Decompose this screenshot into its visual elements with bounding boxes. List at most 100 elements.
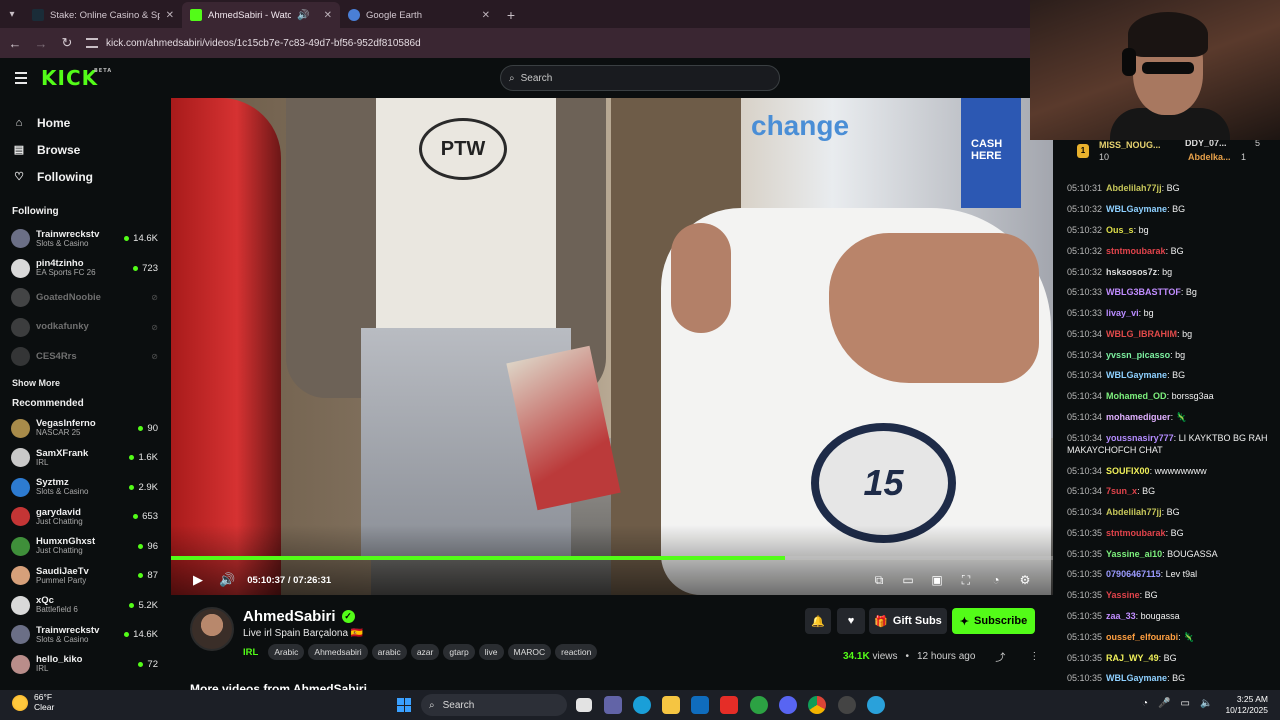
streamer-name[interactable]: AhmedSabiri ✓ [243, 608, 355, 625]
menu-icon[interactable] [15, 72, 27, 84]
weather-widget[interactable]: 66°F Clear [12, 692, 54, 713]
tag-chip[interactable]: gtarp [443, 644, 475, 660]
tag-chip[interactable]: Arabic [268, 644, 305, 660]
fullscreen-icon[interactable]: ⛶ [958, 572, 974, 588]
chat-username[interactable]: Yassine_ai10 [1106, 549, 1162, 559]
windows-start-icon[interactable] [397, 698, 411, 712]
speed-icon[interactable]: ◔ [988, 572, 1004, 588]
share-icon[interactable]: ⤴ [995, 649, 1005, 664]
chat-username[interactable]: RAJ_WY_49 [1106, 653, 1159, 663]
task-view-icon[interactable] [576, 698, 592, 712]
clip-icon[interactable]: ▭ [900, 572, 916, 588]
chat-username[interactable]: 07906467115 [1106, 569, 1161, 579]
play-icon[interactable]: ▶ [193, 572, 203, 588]
show-more-button[interactable]: Show More [0, 372, 170, 394]
sidebar-channel[interactable]: hello_kiko IRL 72 [0, 650, 170, 680]
speaker-icon[interactable]: 🔊 [297, 10, 309, 21]
sidebar-channel[interactable]: vodkafunky ⊘ [0, 313, 170, 343]
theater-mode-icon[interactable]: ▣ [929, 572, 945, 588]
teams-icon[interactable] [604, 696, 622, 714]
network-icon[interactable]: ▭ [1181, 698, 1190, 709]
clock[interactable]: 3:25 AM 10/12/2025 [1225, 694, 1268, 717]
gifter-name[interactable]: DDY_07... [1185, 140, 1227, 148]
close-tab-icon[interactable]: ✕ [482, 10, 490, 21]
gifter-name[interactable]: Abdelka... [1188, 152, 1231, 162]
xbox-icon[interactable] [750, 696, 768, 714]
picture-in-picture-icon[interactable]: ⧉ [871, 572, 887, 588]
sidebar-channel[interactable]: SamXFrank IRL 1.6K [0, 443, 170, 473]
gpt-icon[interactable] [838, 696, 856, 714]
forward-arrow-icon[interactable]: → [34, 36, 48, 51]
nav-home[interactable]: ⌂ Home [0, 110, 170, 137]
chat-username[interactable]: yvssn_picasso [1106, 350, 1170, 360]
tag-chip[interactable]: MAROC [507, 644, 552, 660]
video-player[interactable]: change CASH HERE PTW 15 [171, 98, 1053, 595]
outlook-icon[interactable] [691, 696, 709, 714]
category-link[interactable]: IRL [243, 647, 258, 658]
new-tab-button[interactable]: + [498, 2, 524, 28]
volume-icon[interactable]: 🔊 [219, 572, 235, 588]
chat-username[interactable]: hsksosos7z [1106, 267, 1157, 277]
tab-stake[interactable]: Stake: Online Casino & Sports B ✕ [24, 2, 182, 28]
more-options-icon[interactable]: ⋮ [1029, 651, 1039, 662]
close-tab-icon[interactable]: ✕ [166, 10, 174, 21]
tab-list-icon[interactable]: ▾ [0, 0, 24, 28]
notification-bell-button[interactable]: 🔔 [805, 608, 831, 634]
edge-icon[interactable] [633, 696, 651, 714]
sidebar-channel[interactable]: Trainwreckstv Slots & Casino 14.6K [0, 224, 170, 254]
tag-chip[interactable]: live [478, 644, 504, 660]
sidebar-channel[interactable]: xQc Battlefield 6 5.2K [0, 591, 170, 621]
search-input[interactable]: ⌕ Search [500, 65, 780, 91]
wifi-icon[interactable]: ◔ [1142, 698, 1148, 709]
gifter-name[interactable]: MISS_NOUG... [1099, 140, 1161, 150]
chat-username[interactable]: oussef_elfourabi [1106, 632, 1178, 642]
gift-subs-button[interactable]: 🎁 Gift Subs [869, 608, 947, 634]
chat-username[interactable]: Mohamed_OD [1106, 391, 1167, 401]
chat-username[interactable]: Ous_s [1106, 225, 1134, 235]
chat-username[interactable]: Yassine [1106, 590, 1140, 600]
file-explorer-icon[interactable] [662, 696, 680, 714]
chat-username[interactable]: Abdelilah77jj [1106, 183, 1162, 193]
chat-username[interactable]: zaa_33 [1106, 611, 1136, 621]
back-arrow-icon[interactable]: ← [8, 36, 22, 51]
speaker-icon[interactable]: 🔈 [1200, 698, 1212, 709]
sidebar-channel[interactable]: Syztmz Slots & Casino 2.9K [0, 473, 170, 503]
video-progress-bar[interactable] [171, 556, 1053, 560]
chat-username[interactable]: mohamediguer [1106, 412, 1171, 422]
discord-icon[interactable] [779, 696, 797, 714]
tab-google-earth[interactable]: Google Earth ✕ [340, 2, 498, 28]
youtube-icon[interactable] [720, 696, 738, 714]
microphone-icon[interactable]: 🎤 [1158, 698, 1170, 709]
chat-username[interactable]: WBLGaymane [1106, 370, 1167, 380]
tag-chip[interactable]: azar [410, 644, 440, 660]
tag-chip[interactable]: arabic [371, 644, 407, 660]
tab-kick[interactable]: AhmedSabiri - Watch the V 🔊 ✕ [182, 2, 340, 28]
subscribe-button[interactable]: ✦ Subscribe [952, 608, 1035, 634]
sidebar-channel[interactable]: garydavid Just Chatting 653 [0, 502, 170, 532]
chat-username[interactable]: Abdelilah77jj [1106, 507, 1162, 517]
sidebar-channel[interactable]: VegasInferno NASCAR 25 90 [0, 414, 170, 444]
nav-browse[interactable]: ▤ Browse [0, 137, 170, 164]
chat-username[interactable]: livay_vi [1106, 308, 1139, 318]
chat-username[interactable]: SOUFIX00 [1106, 466, 1150, 476]
chat-username[interactable]: stntmoubarak [1106, 246, 1166, 256]
sidebar-channel[interactable]: Trainwreckstv Slots & Casino 14.6K [0, 620, 170, 650]
chat-username[interactable]: WBLG_IBRAHIM [1106, 329, 1177, 339]
close-tab-icon[interactable]: ✕ [324, 10, 332, 21]
sidebar-channel[interactable]: CES4Rrs ⊘ [0, 342, 170, 372]
nav-following[interactable]: ♡ Following [0, 163, 170, 190]
sidebar-channel[interactable]: SaudiJaeTv Pummel Party 87 [0, 561, 170, 591]
telegram-icon[interactable] [867, 696, 885, 714]
chrome-icon[interactable] [808, 696, 826, 714]
sidebar-channel[interactable]: GoatedNoobie ⊘ [0, 283, 170, 313]
sidebar-channel[interactable]: pin4tzinho EA Sports FC 26 723 [0, 254, 170, 284]
taskbar-search[interactable]: ⌕ Search [421, 694, 567, 716]
chat-username[interactable]: WBLGaymane [1106, 204, 1167, 214]
chat-username[interactable]: youssnasiry777 [1106, 433, 1174, 443]
reload-icon[interactable]: ↻ [60, 35, 74, 51]
site-info-icon[interactable] [86, 38, 98, 48]
settings-gear-icon[interactable]: ⚙ [1017, 572, 1033, 588]
tag-chip[interactable]: reaction [555, 644, 598, 660]
kick-logo[interactable]: KICK BETA [41, 66, 111, 90]
sidebar-channel[interactable]: HumxnGhxst Just Chatting 96 [0, 532, 170, 562]
